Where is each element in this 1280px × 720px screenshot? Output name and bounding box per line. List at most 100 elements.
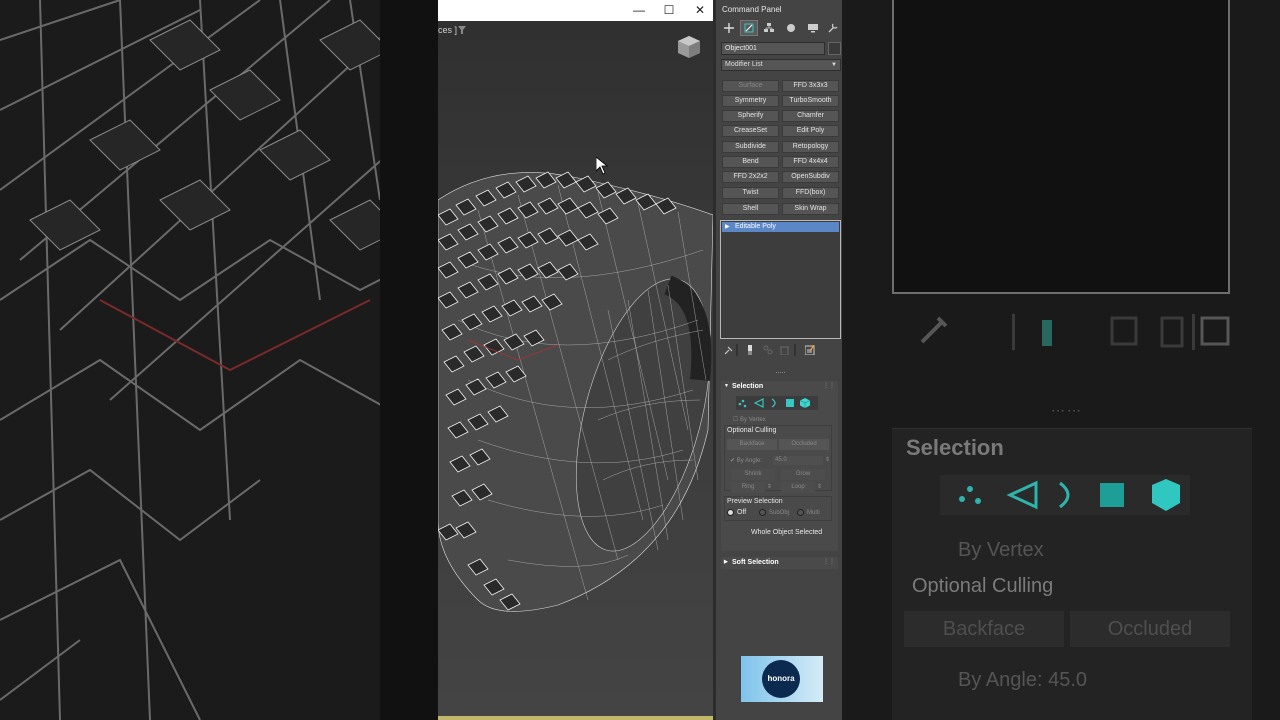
command-panel-title: Command Panel [722, 5, 782, 14]
grow-button[interactable]: Grow [781, 469, 825, 480]
mouse-cursor-icon [596, 157, 608, 175]
modifier-button-skin-wrap[interactable]: Skin Wrap [782, 203, 839, 215]
ring-button[interactable]: Ring [731, 482, 765, 493]
occluded-button[interactable]: Occluded [779, 439, 829, 450]
selection-rollout-header[interactable]: ▼ Selection ⋮⋮ [721, 381, 838, 392]
loop-button[interactable]: Loop [781, 482, 815, 493]
by-angle-checkbox[interactable]: ✔ By Angle: [730, 457, 762, 464]
modifier-button-twist[interactable]: Twist [722, 187, 779, 199]
vertex-icon[interactable] [738, 398, 748, 408]
rollout-grip-icon: ⋮⋮ [823, 559, 835, 565]
background-panel-zoom: ⋯⋯ Selection By Vertex Optional Culling … [842, 0, 1280, 720]
preview-multi-radio[interactable] [797, 509, 804, 516]
soft-selection-rollout-header[interactable]: ▶ Soft Selection ⋮⋮ [721, 557, 838, 568]
background-wireframe [0, 0, 438, 720]
logo-text: honora [767, 674, 795, 683]
modifier-button-turbosmooth[interactable]: TurboSmooth [782, 95, 839, 107]
modifier-list-dropdown[interactable]: Modifier List ▼ [721, 59, 841, 71]
preview-off-label: Off [737, 509, 747, 516]
toolbar-divider [736, 344, 738, 356]
background-by-angle: By Angle: 45.0 [958, 669, 1087, 692]
utilities-icon[interactable] [824, 20, 842, 36]
by-angle-value: 45.0 [775, 457, 787, 463]
motion-icon[interactable] [782, 20, 800, 36]
stack-item-editable-poly[interactable]: ▶ Editable Poly [722, 222, 839, 232]
background-mesh-zoom [0, 0, 438, 720]
preview-multi-label: Multi [807, 510, 820, 516]
display-icon[interactable] [804, 20, 822, 36]
by-angle-spinner[interactable]: 45.0 [773, 456, 823, 465]
background-selection-icons [940, 475, 1190, 515]
subobject-level-buttons [736, 396, 818, 410]
toolbar-divider [794, 344, 796, 356]
modifier-button-chamfer[interactable]: Chamfer [782, 110, 839, 122]
spinner-arrows-icon[interactable]: ⇕ [825, 456, 830, 463]
modifier-button-subdivide[interactable]: Subdivide [722, 141, 779, 153]
stack-toolbar [722, 344, 838, 356]
element-icon[interactable] [800, 398, 810, 408]
optional-culling-label: Optional Culling [727, 427, 777, 434]
modifier-button-spherify[interactable]: Spherify [722, 110, 779, 122]
preview-off-radio[interactable] [727, 509, 734, 516]
modifier-button-opensubdiv[interactable]: OpenSubdiv [782, 171, 839, 183]
modifier-button-shell[interactable]: Shell [722, 203, 779, 215]
command-panel: Command Panel Object001 Modifier List ▼ … [713, 0, 842, 720]
background-selection-rollout: Selection By Vertex Optional Culling Bac… [892, 428, 1252, 720]
background-optional-culling: Optional Culling [912, 575, 1054, 597]
stack-item-label: Editable Poly [735, 223, 776, 230]
modifier-stack[interactable]: ▶ Editable Poly [720, 220, 841, 339]
background-occluded: Occluded [1070, 611, 1230, 647]
modifier-button-symmetry[interactable]: Symmetry [722, 95, 779, 107]
chevron-down-icon: ▼ [831, 62, 837, 68]
by-angle-label: By Angle: [736, 458, 763, 464]
perspective-viewport[interactable]: — ☐ ✕ ces ] [438, 0, 713, 720]
edge-icon[interactable] [754, 398, 764, 408]
remove-modifier-icon[interactable] [778, 344, 790, 356]
mesh-object[interactable] [438, 0, 713, 720]
ring-spinner-icon[interactable]: ⇕ [767, 483, 772, 490]
backface-button[interactable]: Backface [727, 439, 777, 450]
selection-rollout: ▼ Selection ⋮⋮ ☐ By Vertex Optional Cull… [721, 381, 838, 551]
command-panel-tabs [718, 20, 842, 36]
modifier-list-label: Modifier List [725, 61, 763, 68]
shrink-button[interactable]: Shrink [731, 469, 775, 480]
logo-emblem: honora [762, 660, 800, 698]
expand-arrow-icon: ▶ [724, 559, 728, 565]
polygon-icon[interactable] [785, 398, 795, 408]
modifier-button-creaseset[interactable]: CreaseSet [722, 125, 779, 137]
panel-grip[interactable] [776, 372, 785, 375]
preview-subobj-radio[interactable] [759, 509, 766, 516]
modifier-button-surface[interactable]: Surface [722, 80, 779, 92]
collapse-arrow-icon: ▼ [724, 383, 729, 389]
loop-spinner-icon[interactable]: ⇕ [817, 483, 822, 490]
object-name-field[interactable]: Object001 [721, 42, 825, 55]
modifier-button-ffd-3x3x3[interactable]: FFD 3x3x3 [782, 80, 839, 92]
modifier-button-retopology[interactable]: Retopology [782, 141, 839, 153]
selection-status: Whole Object Selected [751, 529, 823, 536]
background-toolbar [920, 314, 1230, 350]
modifier-button-ffd-box-[interactable]: FFD(box) [782, 187, 839, 199]
border-icon[interactable] [769, 398, 779, 408]
by-vertex-label: By Vertex [740, 417, 766, 423]
modifier-button-ffd-2x2x2[interactable]: FFD 2x2x2 [722, 171, 779, 183]
hierarchy-icon[interactable] [760, 20, 778, 36]
configure-modifier-sets-icon[interactable] [804, 344, 816, 356]
make-unique-icon[interactable] [762, 344, 774, 356]
modifier-button-bend[interactable]: Bend [722, 156, 779, 168]
background-backface: Backface [904, 611, 1064, 647]
pin-stack-icon[interactable] [722, 344, 734, 356]
soft-selection-rollout: ▶ Soft Selection ⋮⋮ [721, 557, 838, 569]
modifier-button-edit-poly[interactable]: Edit Poly [782, 125, 839, 137]
background-by-vertex: By Vertex [958, 539, 1044, 561]
modifier-button-ffd-4x4x4[interactable]: FFD 4x4x4 [782, 156, 839, 168]
create-icon[interactable] [720, 20, 738, 36]
by-vertex-checkbox[interactable]: ☐ By Vertex [733, 416, 766, 423]
show-end-result-icon[interactable] [744, 344, 756, 356]
expand-arrow-icon[interactable]: ▶ [725, 222, 730, 232]
preview-subobj-label: SubObj [769, 510, 790, 516]
preview-selection-label: Preview Selection [727, 498, 783, 505]
background-by-angle-label: By Angle: [958, 669, 1043, 691]
modify-icon[interactable] [740, 20, 758, 36]
background-grip: ⋯⋯ [1051, 402, 1083, 418]
object-color-swatch[interactable] [828, 42, 841, 55]
